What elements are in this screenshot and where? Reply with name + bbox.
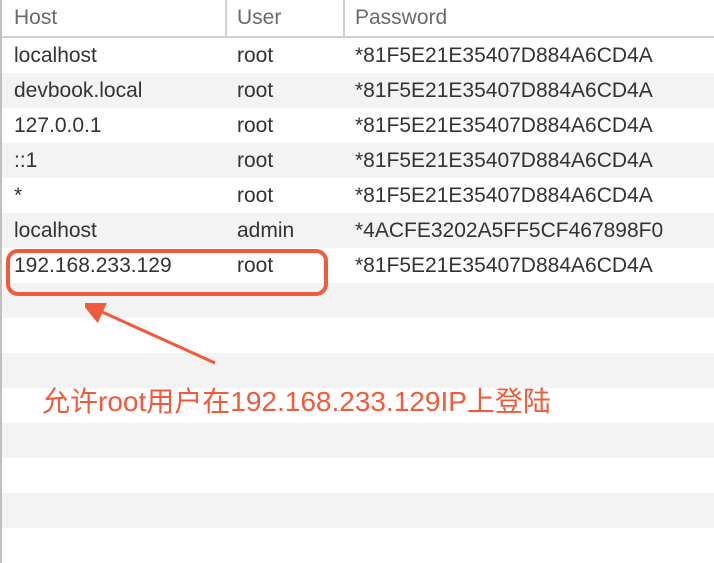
table-row[interactable]: localhost admin *4ACFE3202A5FF5CF467898F… — [2, 213, 714, 248]
header-password[interactable]: Password — [345, 0, 714, 36]
cell-user: admin — [227, 219, 345, 243]
cell-user: root — [227, 79, 345, 103]
cell-user: root — [227, 114, 345, 138]
table-row[interactable]: * root *81F5E21E35407D884A6CD4A — [2, 178, 714, 213]
table-row[interactable] — [2, 283, 714, 318]
cell-user: root — [227, 44, 345, 68]
cell-password: *81F5E21E35407D884A6CD4A — [345, 149, 714, 173]
table-header: Host User Password — [2, 0, 714, 38]
table-row[interactable]: devbook.local root *81F5E21E35407D884A6C… — [2, 73, 714, 108]
cell-host: * — [2, 184, 227, 208]
header-host[interactable]: Host — [2, 0, 227, 36]
table-body: localhost root *81F5E21E35407D884A6CD4A … — [2, 38, 714, 563]
cell-password: *81F5E21E35407D884A6CD4A — [345, 114, 714, 138]
cell-host: devbook.local — [2, 79, 227, 103]
table-row[interactable] — [2, 318, 714, 353]
user-table: Host User Password localhost root *81F5E… — [0, 0, 714, 563]
cell-password: *81F5E21E35407D884A6CD4A — [345, 184, 714, 208]
table-row[interactable] — [2, 458, 714, 493]
cell-host: ::1 — [2, 149, 227, 173]
cell-host: 127.0.0.1 — [2, 114, 227, 138]
cell-host: localhost — [2, 219, 227, 243]
table-row[interactable] — [2, 423, 714, 458]
table-row[interactable]: 192.168.233.129 root *81F5E21E35407D884A… — [2, 248, 714, 283]
cell-host: localhost — [2, 44, 227, 68]
annotation-text: 允许root用户在192.168.233.129IP上登陆 — [42, 380, 551, 420]
cell-password: *81F5E21E35407D884A6CD4A — [345, 79, 714, 103]
cell-user: root — [227, 254, 345, 278]
table-row[interactable]: 127.0.0.1 root *81F5E21E35407D884A6CD4A — [2, 108, 714, 143]
cell-host: 192.168.233.129 — [2, 254, 227, 278]
cell-password: *81F5E21E35407D884A6CD4A — [345, 44, 714, 68]
table-row[interactable] — [2, 493, 714, 528]
cell-password: *81F5E21E35407D884A6CD4A — [345, 254, 714, 278]
table-row[interactable]: ::1 root *81F5E21E35407D884A6CD4A — [2, 143, 714, 178]
cell-user: root — [227, 149, 345, 173]
table-row[interactable]: localhost root *81F5E21E35407D884A6CD4A — [2, 38, 714, 73]
header-user[interactable]: User — [227, 0, 345, 36]
cell-user: root — [227, 184, 345, 208]
cell-password: *4ACFE3202A5FF5CF467898F0 — [345, 219, 714, 243]
